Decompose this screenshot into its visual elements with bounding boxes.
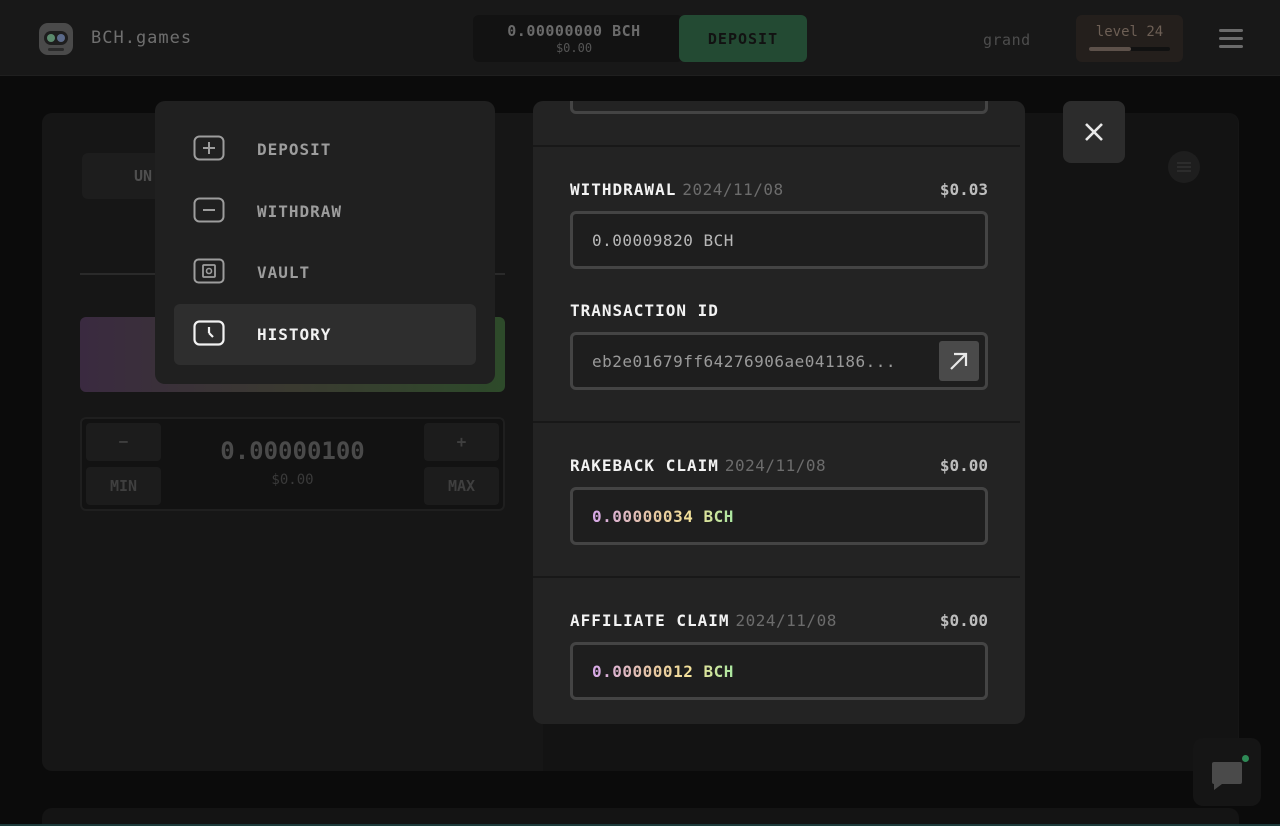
- txid-value: eb2e01679ff64276906ae041186...: [592, 352, 896, 371]
- menu-item-deposit[interactable]: DEPOSIT: [174, 119, 476, 180]
- open-transaction-button[interactable]: [939, 341, 979, 381]
- amount-field[interactable]: 0.00009820 BCH: [570, 211, 988, 269]
- menu-item-withdraw[interactable]: WITHDRAW: [174, 181, 476, 242]
- entry-usd: $0.00: [939, 456, 988, 475]
- entry-divider: [533, 576, 1020, 578]
- amount-value: 0.00009820 BCH: [592, 231, 734, 250]
- online-indicator: [1242, 755, 1249, 762]
- entry-divider: [533, 421, 1020, 423]
- amount-value: 0.00000012 BCH: [592, 662, 734, 681]
- entry-date: 2024/11/08: [724, 456, 827, 475]
- entry-type: AFFILIATE CLAIM: [570, 611, 730, 630]
- logo-icon[interactable]: [38, 21, 74, 57]
- header-deposit-button[interactable]: DEPOSIT: [679, 15, 807, 62]
- menu-item-label: HISTORY: [257, 325, 332, 344]
- increase-bet-button: +: [424, 423, 499, 461]
- plus-box-icon: [193, 135, 225, 161]
- wallet-menu: DEPOSIT WITHDRAW VAULT HISTORY: [155, 101, 495, 384]
- entry-title: AFFILIATE CLAIM 2024/11/08: [570, 611, 837, 630]
- amount-field[interactable]: 0.00000034 BCH: [570, 487, 988, 545]
- logo-text[interactable]: BCH.games: [91, 28, 192, 48]
- username[interactable]: grand: [983, 31, 1031, 49]
- balance-usd: $0.00: [555, 41, 593, 55]
- entry-type: RAKEBACK CLAIM: [570, 456, 719, 475]
- max-bet-button: MAX: [424, 467, 499, 505]
- entry-usd: $0.03: [939, 180, 988, 199]
- level-progress-fill: [1089, 47, 1132, 51]
- txid-label: TRANSACTION ID: [570, 301, 719, 320]
- entry-title: RAKEBACK CLAIM 2024/11/08: [570, 456, 826, 475]
- menu-item-history[interactable]: HISTORY: [174, 304, 476, 365]
- close-button[interactable]: [1063, 101, 1125, 163]
- external-link-icon: [950, 352, 968, 370]
- chat-icon: [1212, 762, 1242, 790]
- menu-item-label: VAULT: [257, 263, 311, 282]
- hamburger-menu-icon[interactable]: [1219, 29, 1243, 48]
- entry-divider: [533, 145, 1020, 147]
- top-header: BCH.games 0.00000000 BCH $0.00 DEPOSIT g…: [0, 0, 1280, 76]
- balance-amount: 0.00000000 BCH: [507, 22, 641, 40]
- bg-tab-label: UN: [134, 167, 153, 185]
- history-panel[interactable]: WITHDRAWAL 2024/11/08 $0.03 0.00009820 BC…: [533, 101, 1025, 724]
- settings-circle-icon: [1168, 151, 1200, 183]
- level-progress-track: [1089, 47, 1170, 51]
- vault-icon: [193, 258, 225, 284]
- level-label: level 24: [1095, 24, 1164, 40]
- chat-button[interactable]: [1193, 738, 1261, 806]
- balance-display[interactable]: 0.00000000 BCH $0.00: [473, 15, 683, 62]
- level-badge[interactable]: level 24: [1076, 15, 1183, 62]
- entry-type: WITHDRAWAL: [570, 180, 677, 199]
- menu-item-label: DEPOSIT: [257, 140, 332, 159]
- entry-title: WITHDRAWAL 2024/11/08: [570, 180, 784, 199]
- amount-value: 0.00000034 BCH: [592, 507, 734, 526]
- menu-item-label: WITHDRAW: [257, 202, 343, 221]
- entry-date: 2024/11/08: [682, 180, 784, 199]
- min-bet-button: MIN: [86, 467, 161, 505]
- txid-field[interactable]: eb2e01679ff64276906ae041186...: [570, 332, 988, 390]
- entry-date: 2024/11/08: [735, 611, 837, 630]
- minus-box-icon: [193, 197, 225, 223]
- bet-amount-usd: $0.00: [271, 472, 314, 488]
- entry-usd: $0.00: [939, 611, 988, 630]
- menu-item-vault[interactable]: VAULT: [174, 242, 476, 303]
- close-icon: [1085, 123, 1103, 141]
- decrease-bet-button: −: [86, 423, 161, 461]
- previous-entry-field: [570, 101, 988, 114]
- amount-field[interactable]: 0.00000012 BCH: [570, 642, 988, 700]
- bet-amount: 0.00000100: [220, 437, 365, 465]
- clock-icon: [193, 320, 225, 346]
